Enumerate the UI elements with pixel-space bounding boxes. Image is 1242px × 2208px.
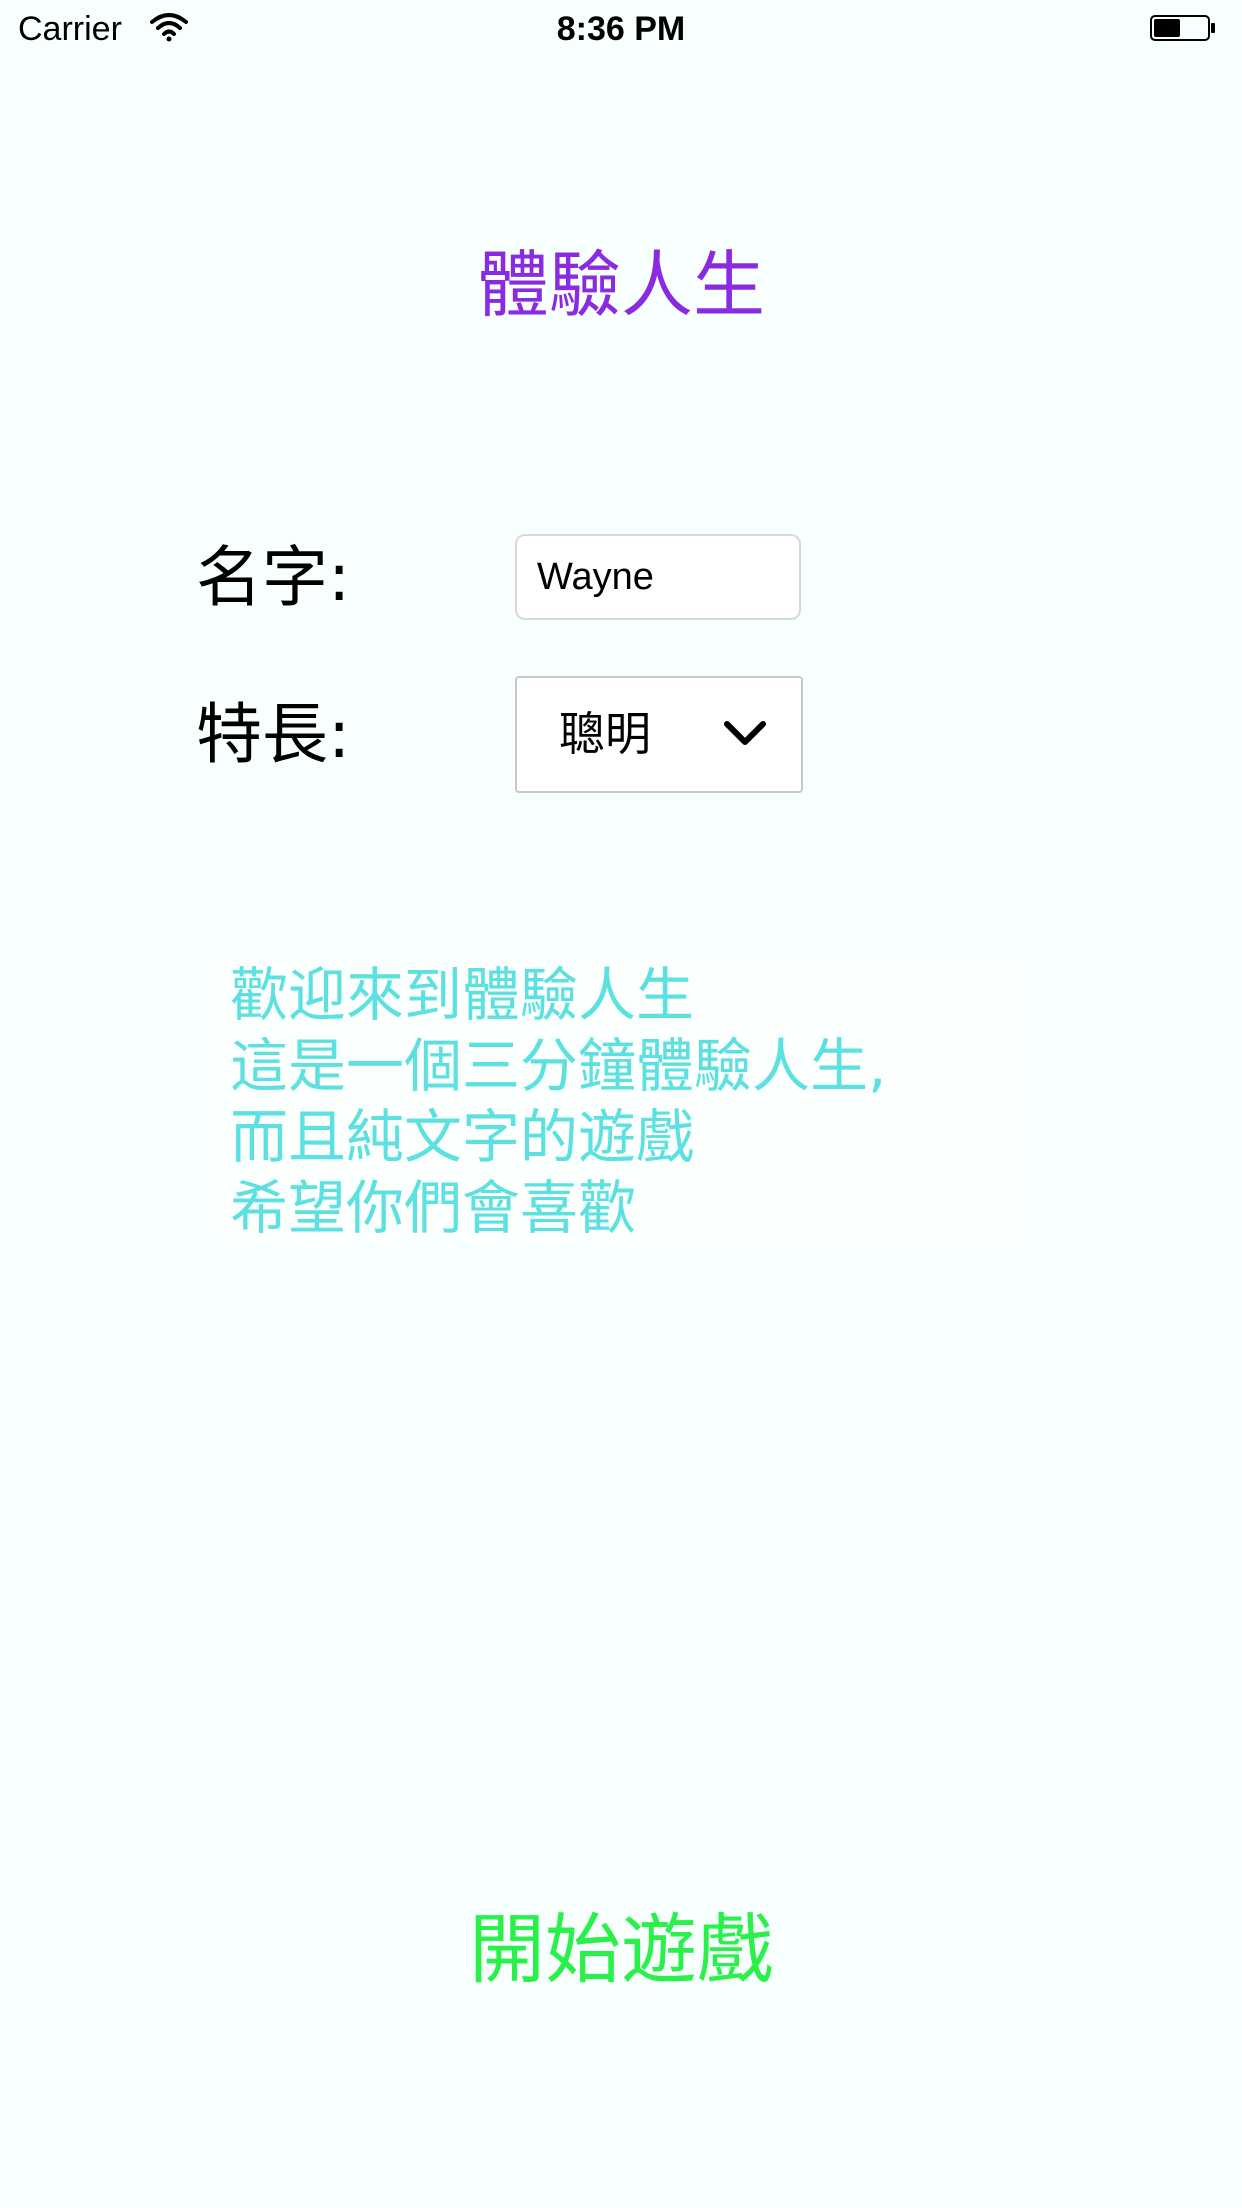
intro-line: 歡迎來到體驗人生 [230,961,695,1029]
skill-label: 特長: [196,696,351,773]
battery-icon [1150,15,1215,41]
chevron-down-icon [724,721,766,745]
intro-text-view: 歡迎來到體驗人生 這是一個三分鐘體驗人生, 而且純文字的遊戲 希望你們會喜歡 [214,958,1030,1242]
skill-selected-value: 聰明 [559,707,651,761]
status-bar: Carrier 8:36 PM [0,0,1242,60]
status-time: 8:36 PM [556,10,686,48]
skill-dropdown[interactable]: 聰明 [515,676,803,793]
page-title: 體驗人生 [476,243,765,327]
intro-line: 希望你們會喜歡 [230,1174,637,1242]
intro-line: 而且純文字的遊戲 [230,1103,695,1171]
name-label: 名字: [196,539,351,616]
intro-line: 這是一個三分鐘體驗人生, [230,1032,887,1100]
name-input[interactable] [515,534,801,620]
start-game-button[interactable]: 開始遊戲 [421,1900,821,2000]
